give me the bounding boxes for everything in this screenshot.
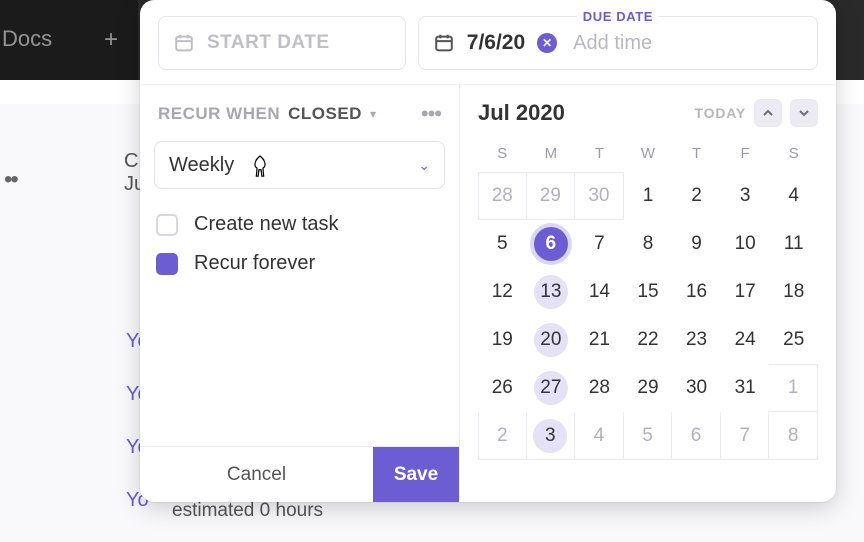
calendar-day[interactable]: 23 — [672, 316, 721, 364]
checkbox-icon — [156, 214, 178, 236]
day-of-week-header: F — [721, 137, 770, 172]
calendar-day[interactable]: 2 — [478, 412, 527, 460]
create-new-task-checkbox[interactable]: Create new task — [154, 205, 445, 244]
calendar-day[interactable]: 6 — [527, 220, 576, 268]
calendar-day[interactable]: 29 — [527, 172, 576, 220]
calendar-day[interactable]: 22 — [624, 316, 673, 364]
recurrence-panel: RECUR WHEN CLOSED ▾ ••• Weekly ⌄ Create … — [140, 85, 460, 502]
checkbox-checked-icon — [156, 253, 178, 275]
calendar-day[interactable]: 21 — [575, 316, 624, 364]
calendar-day[interactable]: 18 — [769, 268, 818, 316]
calendar-day[interactable]: 28 — [575, 364, 624, 412]
calendar-day[interactable]: 11 — [769, 220, 818, 268]
recur-label: RECUR WHEN — [158, 104, 280, 124]
recur-forever-checkbox[interactable]: Recur forever — [154, 244, 445, 283]
cursor-icon — [249, 154, 271, 180]
calendar-day[interactable]: 5 — [478, 220, 527, 268]
start-date-placeholder: START DATE — [207, 32, 330, 54]
calendar-day[interactable]: 30 — [672, 364, 721, 412]
month-label: Jul 2020 — [478, 100, 565, 126]
clear-due-date-button[interactable]: ✕ — [537, 33, 557, 53]
recur-trigger-dropdown[interactable]: CLOSED — [288, 104, 362, 124]
calendar-day[interactable]: 5 — [624, 412, 673, 460]
chevron-down-icon: ▾ — [370, 107, 376, 121]
day-of-week-header: T — [575, 137, 624, 172]
calendar-day[interactable]: 4 — [575, 412, 624, 460]
chevron-down-icon: ⌄ — [418, 157, 430, 174]
calendar-day[interactable]: 30 — [575, 172, 624, 220]
calendar-day[interactable]: 29 — [624, 364, 673, 412]
due-date-value: 7/6/20 — [467, 31, 525, 55]
calendar-day[interactable]: 7 — [575, 220, 624, 268]
calendar-panel: Jul 2020 TODAY SMTWTFS 28293012345678910… — [460, 85, 836, 502]
calendar-day[interactable]: 27 — [527, 364, 576, 412]
calendar-day[interactable]: 8 — [769, 412, 818, 460]
day-of-week-header: S — [478, 137, 527, 172]
calendar-day[interactable]: 3 — [527, 412, 576, 460]
calendar-day[interactable]: 19 — [478, 316, 527, 364]
calendar-grid: SMTWTFS 28293012345678910111213141516171… — [478, 137, 818, 460]
calendar-day[interactable]: 10 — [721, 220, 770, 268]
today-button[interactable]: TODAY — [695, 105, 746, 121]
dim-overlay — [0, 0, 138, 80]
calendar-day[interactable]: 13 — [527, 268, 576, 316]
day-of-week-header: T — [672, 137, 721, 172]
calendar-day[interactable]: 1 — [769, 364, 818, 412]
start-date-field[interactable]: START DATE — [158, 16, 406, 70]
calendar-day[interactable]: 4 — [769, 172, 818, 220]
cancel-button[interactable]: Cancel — [140, 447, 373, 502]
day-of-week-header: M — [527, 137, 576, 172]
calendar-day[interactable]: 9 — [672, 220, 721, 268]
calendar-day[interactable]: 8 — [624, 220, 673, 268]
save-button[interactable]: Save — [373, 447, 459, 502]
calendar-day[interactable]: 25 — [769, 316, 818, 364]
calendar-day[interactable]: 15 — [624, 268, 673, 316]
day-of-week-header: W — [624, 137, 673, 172]
due-date-field[interactable]: DUE DATE 7/6/20 ✕ Add time — [418, 16, 818, 70]
prev-month-button[interactable] — [754, 99, 782, 127]
add-time-button[interactable]: Add time — [573, 32, 652, 55]
calendar-day[interactable]: 28 — [478, 172, 527, 220]
calendar-day[interactable]: 24 — [721, 316, 770, 364]
calendar-day[interactable]: 3 — [721, 172, 770, 220]
calendar-day[interactable]: 7 — [721, 412, 770, 460]
calendar-day[interactable]: 26 — [478, 364, 527, 412]
calendar-day[interactable]: 31 — [721, 364, 770, 412]
calendar-day[interactable]: 12 — [478, 268, 527, 316]
calendar-day[interactable]: 1 — [624, 172, 673, 220]
frequency-select[interactable]: Weekly ⌄ — [154, 141, 445, 189]
calendar-day[interactable]: 16 — [672, 268, 721, 316]
bg-estimate: estimated 0 hours — [172, 500, 323, 522]
due-date-label: DUE DATE — [577, 9, 659, 24]
calendar-icon — [173, 32, 195, 54]
next-month-button[interactable] — [790, 99, 818, 127]
calendar-day[interactable]: 20 — [527, 316, 576, 364]
calendar-icon — [433, 32, 455, 54]
calendar-day[interactable]: 2 — [672, 172, 721, 220]
date-recurrence-modal: START DATE DUE DATE 7/6/20 ✕ Add time RE… — [140, 0, 836, 502]
recur-more-icon[interactable]: ••• — [421, 101, 441, 127]
calendar-day[interactable]: 17 — [721, 268, 770, 316]
day-of-week-header: S — [769, 137, 818, 172]
calendar-day[interactable]: 6 — [672, 412, 721, 460]
calendar-day[interactable]: 14 — [575, 268, 624, 316]
more-icon[interactable]: •• — [4, 166, 17, 194]
frequency-value: Weekly — [169, 154, 234, 177]
